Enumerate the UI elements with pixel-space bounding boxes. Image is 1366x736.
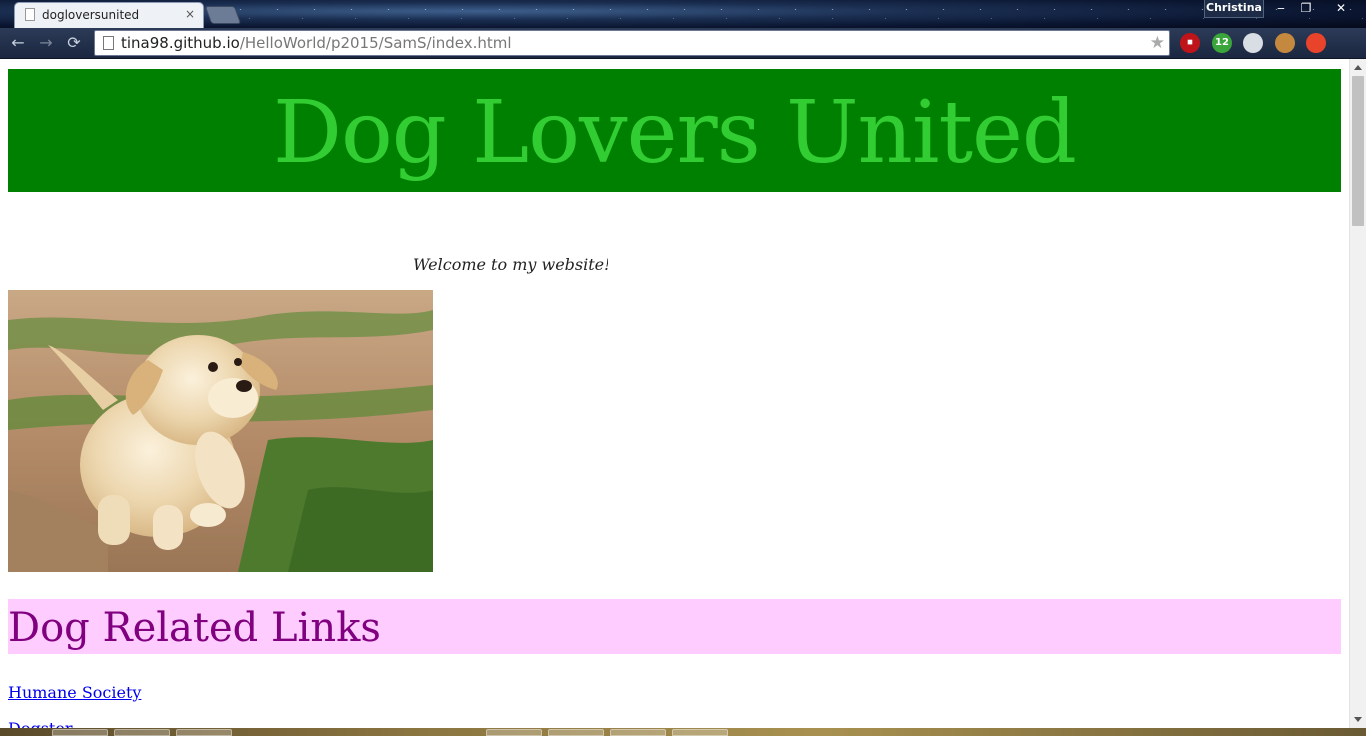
titlebar-background: [0, 0, 1366, 28]
reload-button[interactable]: ⟳: [64, 34, 84, 52]
site-header: Dog Lovers United: [8, 69, 1341, 192]
url-host: tina98.github.io: [121, 34, 240, 52]
url-path: /HelloWorld/p2015/SamS/index.html: [239, 34, 512, 52]
cookie-icon[interactable]: [1275, 33, 1295, 53]
scroll-down-arrow-icon[interactable]: [1354, 717, 1362, 722]
taskbar-item[interactable]: [176, 729, 232, 736]
links-heading: Dog Related Links: [8, 605, 381, 651]
taskbar-item[interactable]: [548, 729, 604, 736]
update-badge-icon[interactable]: 12: [1212, 33, 1232, 53]
site-title: Dog Lovers United: [273, 83, 1077, 183]
welcome-text: Welcome to my website! D: [413, 255, 608, 274]
link-dogster[interactable]: Dogster: [8, 719, 72, 728]
taskbar-item[interactable]: [610, 729, 666, 736]
new-tab-button[interactable]: [204, 6, 242, 24]
address-bar[interactable]: tina98.github.io/HelloWorld/p2015/SamS/i…: [94, 30, 1170, 56]
tab-title: dogloversunited: [42, 8, 140, 22]
taskbar-item[interactable]: [672, 729, 728, 736]
taskbar-item[interactable]: [486, 729, 542, 736]
os-taskbar: [0, 728, 1366, 736]
puppy-image: [8, 290, 433, 572]
scroll-thumb[interactable]: [1352, 76, 1364, 226]
page-favicon-icon: [25, 8, 35, 21]
bookmark-star-icon[interactable]: ★: [1150, 33, 1165, 53]
stop-icon-label: ⏹: [1187, 37, 1193, 48]
scroll-up-arrow-icon[interactable]: [1354, 65, 1362, 70]
page-icon: [103, 36, 114, 50]
taskbar-item[interactable]: [114, 729, 170, 736]
tab-close-icon[interactable]: ×: [185, 7, 195, 21]
restore-button[interactable]: ❐: [1293, 0, 1319, 18]
taskbar-item[interactable]: [52, 729, 108, 736]
back-button[interactable]: ←: [8, 34, 28, 52]
vertical-scrollbar[interactable]: [1349, 59, 1366, 728]
minimize-button[interactable]: ‒: [1268, 0, 1294, 18]
link-humane-society[interactable]: Humane Society: [8, 683, 141, 702]
browser-tab[interactable]: dogloversunited ×: [14, 2, 204, 28]
puppy-photo: [8, 290, 433, 572]
profile-button[interactable]: Christina: [1204, 0, 1264, 18]
chrome-icon[interactable]: [1306, 33, 1326, 53]
window-titlebar: dogloversunited × Christina ‒ ❐ ✕: [0, 0, 1366, 28]
close-window-button[interactable]: ✕: [1328, 0, 1354, 18]
stop-icon[interactable]: ⏹: [1180, 33, 1200, 53]
page-viewport: Dog Lovers United Welcome to my website!…: [0, 59, 1349, 728]
forward-button[interactable]: →: [36, 34, 56, 52]
update-badge-count: 12: [1215, 37, 1229, 48]
links-section-header: Dog Related Links: [8, 599, 1341, 654]
address-url[interactable]: tina98.github.io/HelloWorld/p2015/SamS/i…: [121, 34, 512, 52]
balloon-icon[interactable]: [1243, 33, 1263, 53]
